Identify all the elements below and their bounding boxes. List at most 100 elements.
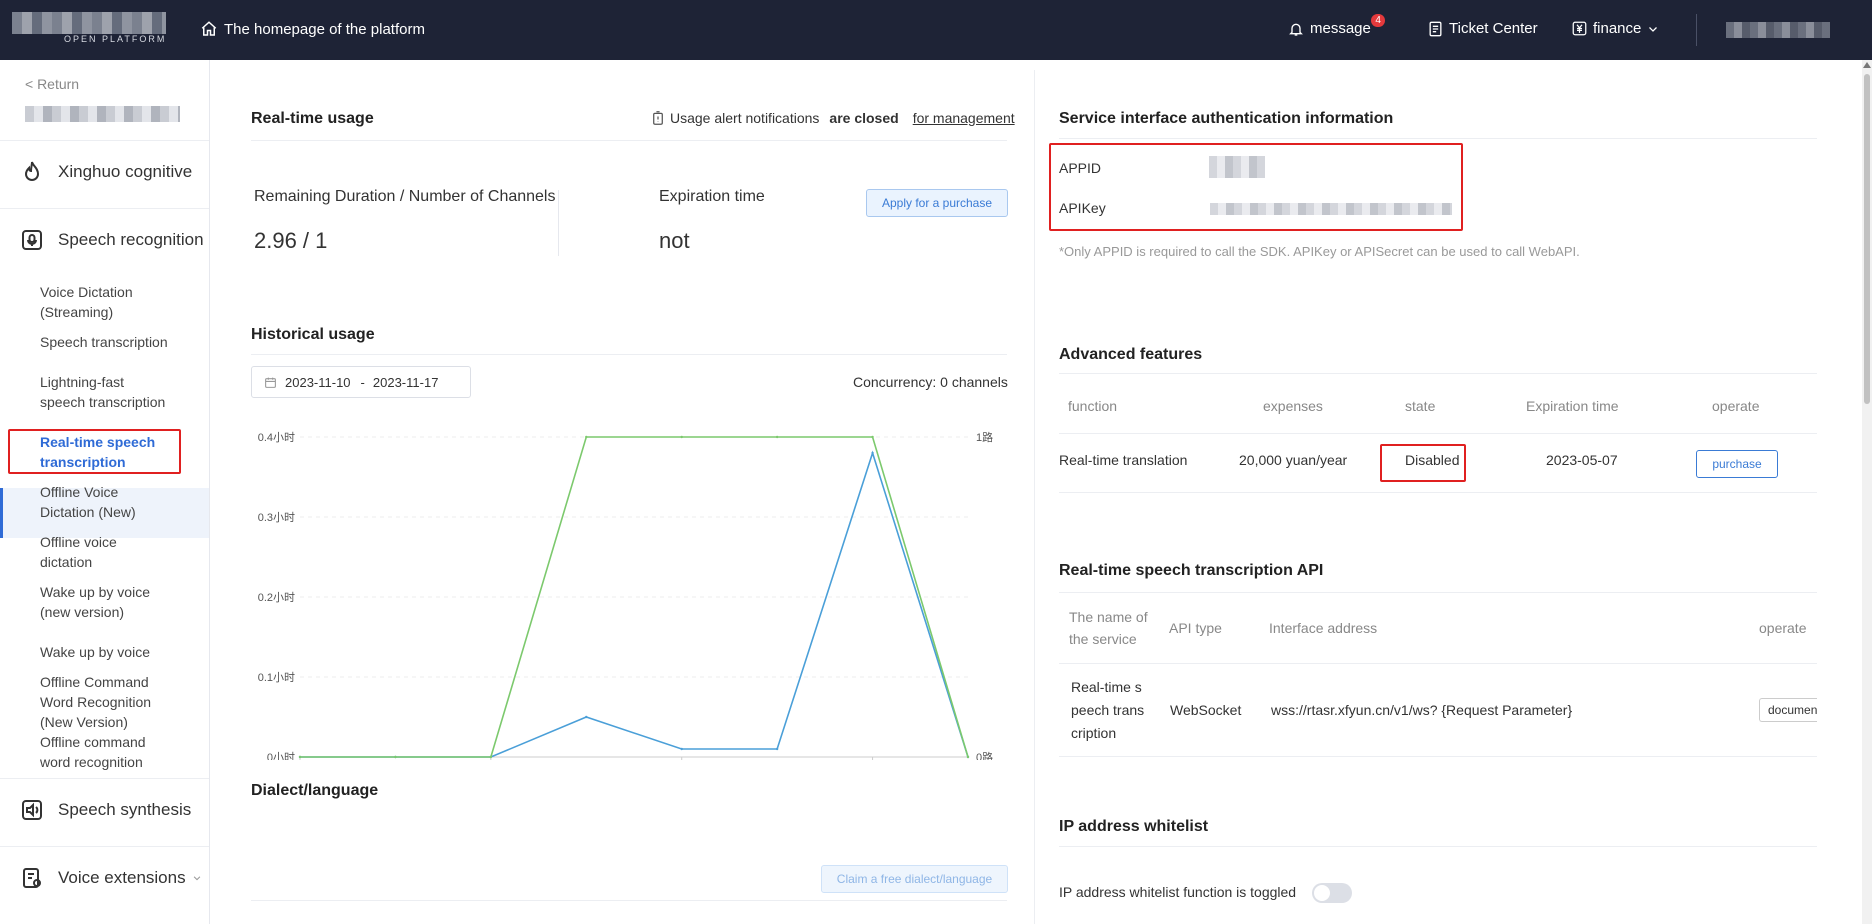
logo-subtitle: OPEN PLATFORM (64, 34, 167, 44)
y-left-tick-label: 0小时 (267, 751, 295, 760)
highlight-box-sidebar (8, 429, 181, 474)
api-service-name-part: cription (1071, 725, 1117, 741)
expiration-time-value: not (659, 228, 690, 253)
flame-icon (24, 161, 40, 181)
left-sidebar: < Return Xinghuo cognitive Speech recogn… (0, 60, 210, 924)
finance-dropdown[interactable]: finance (1572, 20, 1659, 37)
calendar-icon (265, 377, 276, 388)
realtime-usage-title: Real-time usage (251, 110, 374, 127)
column-header: API type (1169, 620, 1222, 636)
series-point-2 (585, 435, 588, 439)
sidebar-group-speech-recognition[interactable]: Speech recognition (0, 208, 209, 270)
date-range-picker[interactable]: 2023-11-10 - 2023-11-17 (251, 366, 471, 398)
homepage-link[interactable]: The homepage of the platform (200, 20, 425, 38)
apply-purchase-button[interactable]: Apply for a purchase (866, 189, 1008, 217)
chevron-down-icon (193, 875, 200, 880)
series-point-2 (298, 755, 302, 759)
series-point-2 (775, 435, 779, 439)
y-left-tick-label: 0.2小时 (258, 591, 295, 604)
divider (1059, 433, 1817, 434)
sidebar-item-speech-transcription[interactable]: Speech transcription (40, 332, 170, 352)
series-point-2 (394, 755, 397, 759)
message-label: message (1310, 20, 1371, 37)
message-button[interactable]: message 4 (1288, 14, 1385, 37)
sidebar-group-voice-extensions[interactable]: Voice extensions (0, 846, 209, 908)
api-service-name-part: peech trans (1071, 702, 1145, 718)
date-range-separator: - (360, 374, 365, 390)
series-point-2 (489, 755, 493, 759)
column-header: the service (1069, 631, 1137, 647)
divider (1059, 663, 1817, 664)
usage-alert-state: are closed (829, 110, 899, 126)
sidebar-item-offline-command[interactable]: Offline command word recognition (40, 732, 170, 772)
microphone-icon (22, 229, 42, 250)
series-point-1 (775, 747, 779, 751)
sidebar-item-offline-command-new[interactable]: Offline Command Word Recognition (New Ve… (40, 672, 170, 732)
scroll-up-icon[interactable] (1863, 62, 1871, 68)
return-link[interactable]: < Return (25, 76, 79, 92)
sidebar-item-wake-up[interactable]: Wake up by voice (40, 642, 170, 662)
column-header: operate (1759, 620, 1807, 636)
api-service-name-part: Real-time s (1071, 679, 1142, 695)
sidebar-item-offline-voice-dictation-new[interactable]: Offline Voice Dictation (New) (40, 482, 170, 522)
column-header: Interface address (1269, 620, 1378, 636)
series-point-2 (680, 435, 683, 439)
sidebar-item-lightning-fast-transcription[interactable]: Lightning-fast speech transcription (40, 372, 170, 412)
divider (1059, 373, 1817, 374)
top-navigation-bar: OPEN PLATFORM The homepage of the platfo… (0, 0, 1872, 60)
bell-icon (1289, 23, 1303, 36)
message-count-badge: 4 (1371, 14, 1385, 27)
api-table-header: The name of the service API type Interfa… (1059, 606, 1817, 662)
sidebar-item-offline-voice-dictation[interactable]: Offline voice dictation (40, 532, 170, 572)
alert-management-link[interactable]: for management (913, 110, 1015, 126)
finance-label: finance (1593, 20, 1642, 37)
divider (251, 900, 1007, 901)
feature-name: Real-time translation (1059, 452, 1188, 468)
sidebar-group-label: Speech synthesis (58, 799, 192, 819)
series-line-1 (300, 450, 969, 758)
divider (251, 140, 1007, 141)
chevron-down-icon (1649, 26, 1658, 32)
remaining-duration-value: 2.96 / 1 (254, 228, 328, 253)
table-row: Real-time s peech trans cription WebSock… (1059, 676, 1817, 746)
platform-logo[interactable]: OPEN PLATFORM (12, 12, 168, 48)
api-documentation-button[interactable]: documentation (1759, 698, 1817, 722)
yuan-icon (1572, 21, 1587, 36)
user-account-menu[interactable] (1726, 22, 1830, 38)
home-icon (201, 21, 217, 36)
api-section-title: Real-time speech transcription API (1059, 562, 1324, 579)
date-range-end: 2023-11-17 (372, 374, 439, 390)
feature-expiration: 2023-05-07 (1546, 452, 1618, 468)
historical-usage-chart: 0小时0.1小时0.2小时0.3小时0.4小时0路1路2023-11-10202… (258, 431, 993, 760)
auth-info-title: Service interface authentication informa… (1059, 110, 1394, 127)
purchase-button[interactable]: purchase (1696, 450, 1778, 478)
api-interface-address[interactable]: wss://rtasr.xfyun.cn/v1/ws? {Request Par… (1271, 699, 1572, 722)
voice-extension-icon (23, 867, 41, 888)
series-point-1 (680, 747, 683, 751)
column-header: The name of (1069, 609, 1148, 625)
page-scrollbar[interactable] (1862, 60, 1872, 924)
concurrency-label: Concurrency: 0 channels (853, 374, 1008, 390)
ticket-center-label: Ticket Center (1449, 20, 1538, 37)
column-header: expenses (1263, 398, 1323, 414)
sidebar-item-wake-up-new[interactable]: Wake up by voice (new version) (40, 582, 170, 622)
ip-whitelist-label: IP address whitelist function is toggled (1059, 884, 1297, 900)
ticket-center-button[interactable]: Ticket Center (1428, 20, 1538, 37)
ip-whitelist-toggle[interactable] (1312, 883, 1352, 903)
y-left-tick-label: 0.3小时 (258, 511, 295, 524)
column-header: function (1068, 398, 1118, 414)
scrollbar-thumb[interactable] (1864, 74, 1870, 404)
claim-dialect-button[interactable]: Claim a free dialect/language (821, 865, 1008, 893)
highlight-box-credentials (1049, 143, 1463, 231)
api-service-name: Real-time s peech trans cription (1071, 676, 1144, 745)
column-header-service: The name of the service (1069, 606, 1148, 650)
divider (1059, 492, 1817, 493)
sidebar-group-speech-synthesis[interactable]: Speech synthesis (0, 778, 209, 840)
divider (251, 354, 1007, 355)
divider (1059, 846, 1817, 847)
sidebar-group-xinghuo[interactable]: Xinghuo cognitive (0, 140, 209, 202)
sidebar-group-label: Speech recognition (58, 229, 204, 249)
sidebar-item-voice-dictation-streaming[interactable]: Voice Dictation (Streaming) (40, 282, 170, 322)
usage-alert-status: Usage alert notifications are closed for… (652, 110, 1015, 126)
divider (1059, 592, 1817, 593)
